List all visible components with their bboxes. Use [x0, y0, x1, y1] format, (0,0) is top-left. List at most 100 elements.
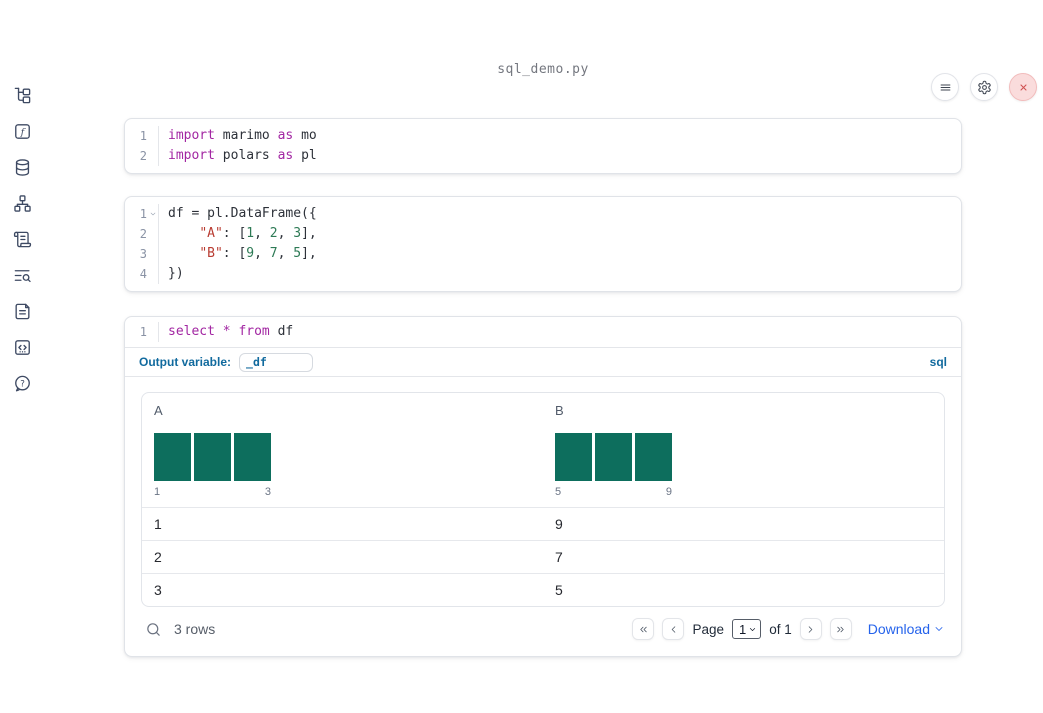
last-page-button[interactable]: [829, 618, 852, 640]
prev-page-button[interactable]: [662, 618, 685, 640]
line-number: 3: [139, 247, 147, 261]
svg-text:f: f: [19, 127, 25, 138]
function-icon: f: [14, 123, 30, 139]
chevrons-left-icon: [640, 626, 647, 632]
code-line: 2 import polars as pl: [125, 146, 961, 166]
search-icon[interactable]: [145, 621, 162, 638]
sql-output-area: A 1 3 B 5 9 1 9 2 7 3 5 3 rows Page 1 of…: [125, 376, 961, 656]
gutter: 4: [125, 264, 159, 284]
table-row: 19: [142, 507, 944, 540]
sidebar-item-dependency-graph[interactable]: [8, 189, 36, 217]
sidebar-item-snippets[interactable]: [8, 297, 36, 325]
code-editor[interactable]: 1 import marimo as mo 2 import polars as pl: [125, 119, 961, 173]
table-cell: 3: [154, 582, 162, 598]
notebook-area: sql_demo.py 1 import marimo as mo 2 import …: [124, 62, 962, 657]
close-icon: [1019, 83, 1027, 91]
notebook-filename[interactable]: sql_demo.py: [124, 62, 962, 77]
table-cell: 2: [154, 549, 162, 565]
code-line-text: }): [168, 266, 184, 281]
first-page-button[interactable]: [632, 618, 655, 640]
fold-chevron-icon[interactable]: [147, 210, 158, 218]
list-search-icon: [14, 269, 31, 282]
code-line-text: "A": [1, 2, 3],: [199, 226, 317, 241]
code-line: 1 df = pl.DataFrame({: [125, 204, 961, 224]
output-variable-input[interactable]: [239, 352, 314, 372]
sidebar-item-tracing[interactable]: [8, 261, 36, 289]
sql-code-editor[interactable]: 1 select * from df: [125, 317, 961, 347]
gutter: 2: [125, 146, 159, 166]
dependency-graph-icon: [13, 194, 31, 212]
row-count-label: 3 rows: [174, 621, 216, 637]
sidebar-item-logs[interactable]: [8, 225, 36, 253]
language-badge: sql: [929, 355, 947, 369]
table-cell: 9: [555, 516, 563, 532]
code-editor[interactable]: 1 df = pl.DataFrame({2 "A": [1, 2, 3], 3 "…: [125, 197, 961, 291]
sql-cell: 1 select * from df Output variable: sql A: [124, 316, 962, 657]
table-cell: 5: [555, 582, 563, 598]
code-box-icon: [14, 339, 30, 355]
table-footer: 3 rows Page 1 of 1 Download: [141, 607, 945, 650]
code-cell-imports: 1 import marimo as mo 2 import polars as pl: [124, 118, 962, 174]
code-line-text: "B": [9, 7, 5],: [199, 246, 317, 261]
page-of-label: of 1: [769, 621, 792, 637]
menu-button[interactable]: [931, 73, 959, 101]
table-cell: 1: [154, 516, 162, 532]
gutter: 1: [125, 204, 159, 224]
chevrons-right-icon: [837, 626, 844, 632]
chevron-right-icon: [808, 625, 813, 633]
histogram-bar: [234, 433, 271, 481]
column-histogram: [555, 433, 672, 481]
code-cell-dataframe: 1 df = pl.DataFrame({2 "A": [1, 2, 3], 3 "…: [124, 196, 962, 292]
chevron-down-icon: [750, 627, 756, 631]
settings-button[interactable]: [970, 73, 998, 101]
download-button[interactable]: Download: [868, 621, 945, 637]
chevron-down-icon: [935, 627, 943, 631]
code-line-text: df = pl.DataFrame({: [168, 206, 317, 221]
output-variable-group: Output variable:: [139, 352, 314, 372]
column-header-b: B 5 9: [543, 393, 944, 507]
sidebar-item-file-explorer[interactable]: [8, 81, 36, 109]
gutter: 1: [125, 322, 159, 342]
table-row: 35: [142, 573, 944, 606]
histogram-axis: 5 9: [555, 486, 672, 498]
help-bubble-icon: ?: [14, 375, 30, 391]
code-line-text: import polars as pl: [168, 148, 317, 163]
table-cell: 7: [555, 549, 563, 565]
pagination: Page 1 of 1 Download: [632, 618, 945, 640]
sidebar-item-variables[interactable]: f: [8, 117, 36, 145]
dataframe-table: A 1 3 B 5 9 1 9 2 7 3 5: [141, 392, 945, 607]
code-line: 2 "A": [1, 2, 3],: [125, 224, 961, 244]
gear-icon: [977, 80, 991, 94]
sidebar-item-scratchpad[interactable]: [8, 333, 36, 361]
database-icon: [15, 158, 29, 176]
code-line: 4}): [125, 264, 961, 284]
line-number: 4: [139, 267, 147, 281]
code-line: 3 "B": [9, 7, 5],: [125, 244, 961, 264]
page-label: Page: [692, 621, 724, 637]
column-name[interactable]: B: [555, 403, 932, 418]
line-number: 1: [139, 325, 147, 339]
histogram-bar: [194, 433, 231, 481]
column-name[interactable]: A: [154, 403, 531, 418]
app-root: f ? sql_demo.py 1 import marimo as mo 2 …: [0, 62, 1043, 713]
shutdown-button[interactable]: [1009, 73, 1037, 101]
next-page-button[interactable]: [799, 618, 822, 640]
axis-min-label: 1: [154, 486, 161, 498]
sidebar-item-help[interactable]: ?: [8, 369, 36, 397]
table-body: 192735: [142, 507, 944, 606]
page-select-value: 1: [738, 621, 747, 637]
code-line: 1 import marimo as mo: [125, 126, 961, 146]
panel-sidebar: f ?: [0, 62, 44, 713]
table-header: A 1 3 B 5 9: [142, 393, 944, 507]
column-header-a: A 1 3: [142, 393, 543, 507]
file-tree-icon: [14, 87, 30, 103]
sidebar-item-datasources[interactable]: [8, 153, 36, 181]
page-select[interactable]: 1: [731, 619, 762, 639]
gutter: 1: [125, 126, 159, 146]
histogram-bar: [635, 433, 672, 481]
table-footer-left: 3 rows: [145, 621, 215, 638]
axis-max-label: 9: [665, 486, 672, 498]
gutter: 2: [125, 224, 159, 244]
scroll-icon: [13, 231, 31, 247]
chevron-left-icon: [671, 625, 676, 633]
